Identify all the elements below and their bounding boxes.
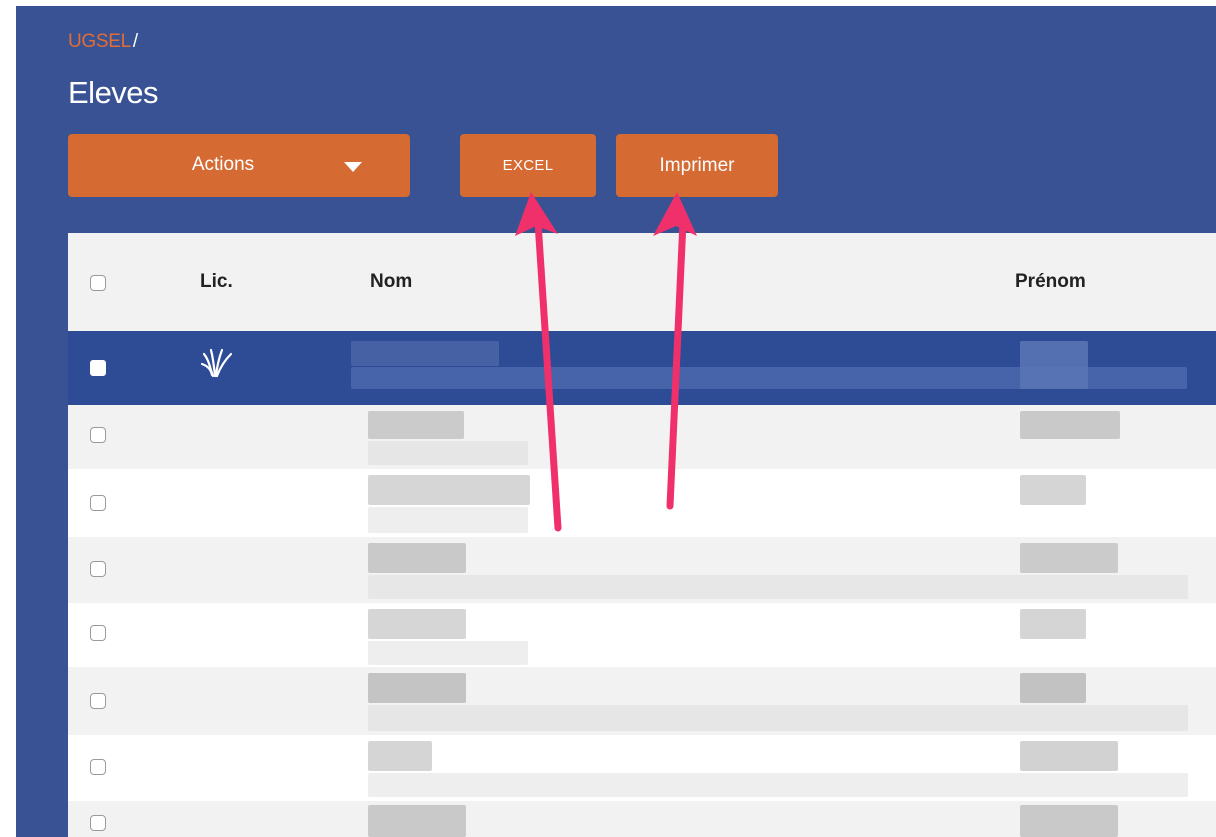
- blurred-nom: [351, 341, 499, 366]
- row-checkbox[interactable]: [90, 495, 106, 511]
- blurred-nom: [368, 805, 466, 837]
- breadcrumb: UGSEL /: [68, 31, 138, 53]
- row-checkbox[interactable]: [90, 625, 106, 641]
- select-all-checkbox[interactable]: [90, 275, 106, 291]
- row-checkbox[interactable]: [90, 561, 106, 577]
- print-button[interactable]: Imprimer: [616, 134, 778, 197]
- app-window: UGSEL / Eleves Actions EXCEL Imprimer Lic…: [0, 0, 1216, 837]
- ugsel-license-icon: [200, 348, 233, 378]
- table-row[interactable]: [68, 331, 1216, 405]
- blurred-prenom: [1020, 741, 1118, 771]
- blurred-prenom: [1020, 609, 1086, 639]
- blurred-nom-line: [368, 441, 528, 465]
- table-header: Lic. Nom Prénom: [68, 233, 1216, 331]
- table-row[interactable]: [68, 667, 1216, 735]
- row-checkbox[interactable]: [90, 815, 106, 831]
- actions-dropdown-button[interactable]: Actions: [68, 134, 410, 197]
- blurred-prenom: [1020, 341, 1088, 389]
- page-title: Eleves: [68, 75, 159, 110]
- blurred-nom: [368, 673, 466, 703]
- blurred-prenom: [1020, 673, 1086, 703]
- excel-export-button[interactable]: EXCEL: [460, 134, 596, 197]
- table-row[interactable]: [68, 603, 1216, 667]
- table-row[interactable]: [68, 801, 1216, 837]
- blurred-nom-line: [368, 705, 1188, 731]
- row-checkbox[interactable]: [90, 360, 106, 376]
- table-row[interactable]: [68, 735, 1216, 801]
- actions-button-label: Actions: [191, 154, 255, 175]
- row-checkbox[interactable]: [90, 693, 106, 709]
- blurred-prenom: [1020, 805, 1118, 837]
- blurred-prenom: [1020, 475, 1086, 505]
- chevron-down-icon: [344, 162, 362, 172]
- blurred-prenom: [1020, 411, 1120, 439]
- breadcrumb-link-ugsel[interactable]: UGSEL: [68, 31, 131, 52]
- column-header-lic[interactable]: Lic.: [200, 271, 233, 293]
- blurred-nom: [368, 609, 466, 639]
- blurred-nom-line: [368, 575, 1188, 599]
- breadcrumb-separator: /: [132, 31, 139, 52]
- column-header-nom[interactable]: Nom: [370, 271, 412, 293]
- row-checkbox[interactable]: [90, 427, 106, 443]
- column-header-prenom[interactable]: Prénom: [1015, 271, 1086, 293]
- table-row[interactable]: [68, 405, 1216, 469]
- blurred-nom: [368, 411, 464, 439]
- blurred-nom-line: [368, 641, 528, 665]
- table-row[interactable]: [68, 469, 1216, 537]
- blurred-nom: [368, 475, 530, 505]
- blurred-prenom: [1020, 543, 1118, 573]
- students-table: Lic. Nom Prénom: [68, 233, 1216, 837]
- blurred-nom: [368, 543, 466, 573]
- blurred-nom: [368, 741, 432, 771]
- row-checkbox[interactable]: [90, 759, 106, 775]
- blurred-nom-line: [368, 773, 1188, 797]
- blurred-nom-line: [368, 507, 528, 533]
- table-row[interactable]: [68, 537, 1216, 603]
